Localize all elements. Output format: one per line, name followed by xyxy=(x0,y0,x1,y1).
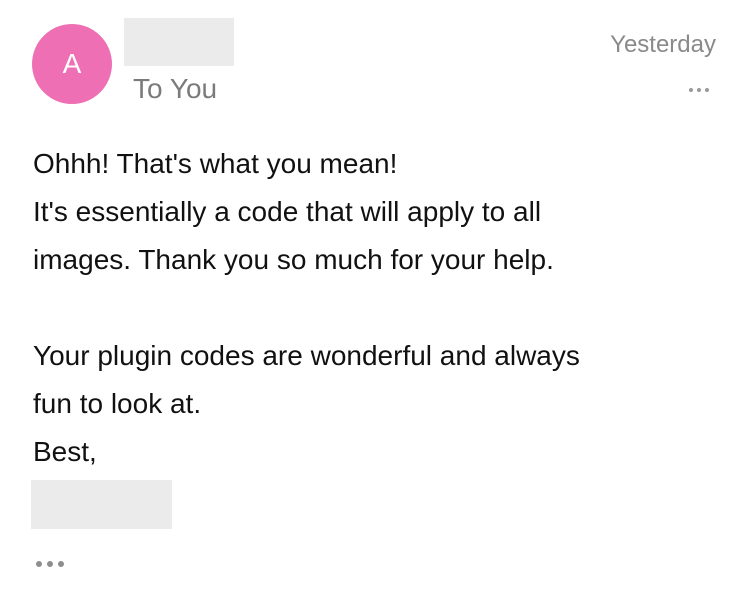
sender-name-redacted xyxy=(124,18,234,66)
message-body: Ohhh! That's what you mean! It's essenti… xyxy=(33,140,723,476)
message-line: Ohhh! That's what you mean! xyxy=(33,148,398,179)
sender-avatar[interactable]: A xyxy=(32,24,112,104)
message-options-button[interactable] xyxy=(685,76,713,104)
avatar-initial: A xyxy=(62,48,82,79)
message-line: It's essentially a code that will apply … xyxy=(33,196,542,227)
show-quoted-text-button[interactable] xyxy=(36,550,76,578)
signature-redacted xyxy=(31,480,172,529)
message-line: Best, xyxy=(33,436,97,467)
more-horizontal-icon xyxy=(36,561,64,567)
message-date: Yesterday xyxy=(610,31,716,58)
recipient-label: To You xyxy=(133,73,218,104)
message-line: fun to look at. xyxy=(33,388,202,419)
message-line: images. Thank you so much for your help. xyxy=(33,244,554,275)
message-line: Your plugin codes are wonderful and alwa… xyxy=(33,340,580,371)
more-horizontal-icon xyxy=(689,88,709,92)
